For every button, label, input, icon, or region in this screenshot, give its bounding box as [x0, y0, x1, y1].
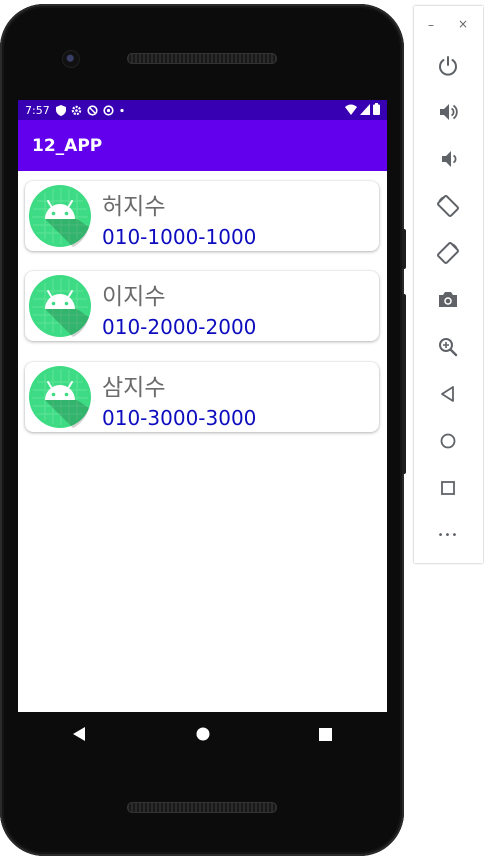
system-navigation-bar: [18, 712, 387, 756]
wifi-icon: [345, 104, 357, 115]
contact-card[interactable]: 이지수 010-2000-2000: [25, 271, 379, 341]
volume-down-icon: [442, 151, 457, 167]
sync-icon: [103, 104, 114, 116]
zoom-icon: [439, 338, 458, 357]
cell-signal-icon: [360, 103, 370, 115]
nav-home-button[interactable]: [183, 714, 223, 754]
power-button[interactable]: [435, 53, 461, 79]
contact-phone: 010-3000-3000: [102, 406, 257, 430]
rotate-left-button[interactable]: [435, 193, 461, 219]
contact-name: 삼지수: [102, 375, 166, 401]
overview-square-icon: [319, 727, 332, 741]
contact-card[interactable]: 삼지수 010-3000-3000: [25, 362, 379, 432]
nav-back-button[interactable]: [60, 714, 100, 754]
more-icon: •••: [437, 529, 459, 541]
overview-button[interactable]: [435, 475, 461, 501]
more-button[interactable]: •••: [435, 522, 461, 548]
notification-dot-icon: [119, 105, 125, 116]
settings-icon: [71, 105, 82, 116]
app-title: 12_APP: [32, 135, 103, 156]
contact-phone: 010-2000-2000: [102, 315, 257, 339]
toolbar-window-controls: – ×: [414, 17, 483, 34]
data-saver-icon: [87, 104, 98, 116]
front-camera: [63, 51, 79, 67]
android-avatar-icon: [29, 366, 91, 428]
shield-icon: [55, 104, 66, 116]
android-avatar-icon: [29, 275, 91, 337]
battery-icon: [373, 103, 380, 115]
app-bar: 12_APP: [18, 120, 387, 171]
volume-down-button[interactable]: [435, 146, 461, 172]
rotate-right-icon: [437, 242, 459, 264]
home-button[interactable]: [435, 428, 461, 454]
device-screen: 7:57 12_APP 허지수 010-1000-1000 이지수 010-20…: [18, 100, 387, 712]
screenshot-button[interactable]: [435, 287, 461, 313]
back-triangle-icon: [72, 727, 85, 741]
volume-up-button[interactable]: [435, 99, 461, 125]
status-bar: 7:57: [18, 100, 387, 120]
power-icon: [439, 56, 457, 76]
emulator-toolbar: – × •••: [414, 6, 483, 563]
window-minimize-button[interactable]: –: [428, 18, 434, 32]
bottom-speaker-grille: [127, 802, 277, 813]
overview-icon: [441, 481, 455, 495]
zoom-button[interactable]: [435, 334, 461, 360]
home-icon: [440, 433, 456, 449]
rotate-right-button[interactable]: [435, 240, 461, 266]
camera-icon: [439, 292, 457, 307]
status-time: 7:57: [25, 103, 50, 117]
back-button[interactable]: [435, 381, 461, 407]
top-speaker-grille: [127, 53, 277, 64]
rotate-left-icon: [437, 195, 459, 217]
contact-phone: 010-1000-1000: [102, 225, 257, 249]
window-close-button[interactable]: ×: [458, 17, 468, 31]
contact-name: 허지수: [102, 194, 166, 220]
nav-overview-button[interactable]: [306, 714, 346, 754]
contact-card[interactable]: 허지수 010-1000-1000: [25, 181, 379, 251]
android-avatar-icon: [29, 185, 91, 247]
back-icon: [441, 386, 454, 402]
volume-side-button: [402, 294, 406, 474]
power-side-button: [402, 229, 406, 269]
contact-name: 이지수: [102, 284, 166, 310]
home-circle-icon: [196, 727, 209, 741]
volume-up-icon: [440, 104, 458, 120]
